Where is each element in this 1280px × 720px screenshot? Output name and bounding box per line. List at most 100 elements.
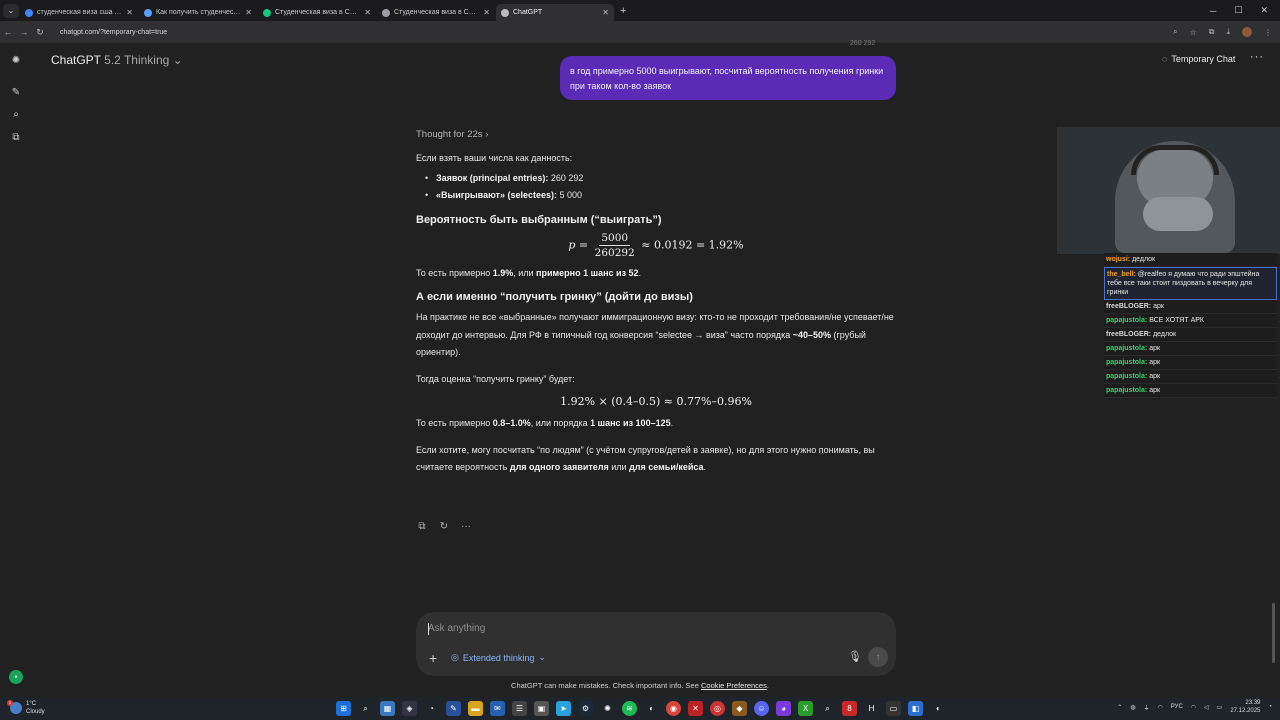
profile-avatar[interactable] bbox=[1242, 27, 1252, 37]
app-icon[interactable]: ☰ bbox=[512, 701, 527, 716]
chat-message: freeBLOGER: арк bbox=[1104, 300, 1277, 314]
task-view-icon[interactable]: ▦ bbox=[380, 701, 395, 716]
app-icon[interactable]: ◧ bbox=[908, 701, 923, 716]
weather-icon: 1 bbox=[7, 700, 22, 714]
model-selector[interactable]: ChatGPT 5.2 Thinking ⌄ bbox=[51, 53, 183, 67]
more-actions-icon[interactable]: ··· bbox=[460, 521, 472, 532]
dashed-circle-icon: ◌ bbox=[1162, 54, 1168, 64]
extended-thinking-pill[interactable]: ◎ Extended thinking ⌄ bbox=[451, 652, 546, 663]
tray-chevron-icon[interactable]: ⌃ bbox=[1117, 704, 1122, 711]
app-icon[interactable]: ◆ bbox=[732, 701, 747, 716]
app-icon[interactable]: 8 bbox=[842, 701, 857, 716]
browser-menu-icon[interactable]: ⋮ bbox=[1264, 28, 1272, 37]
bullet-label: Заявок (principal entries): bbox=[436, 172, 549, 183]
library-icon[interactable]: ⧉ bbox=[9, 130, 23, 144]
tab-favicon-icon bbox=[25, 8, 33, 17]
browser-tab[interactable]: Студенческая виза в США с ✕ bbox=[377, 4, 495, 21]
tab-close-icon[interactable]: ✕ bbox=[602, 8, 609, 17]
message-actions: ⧉ ↻ ··· bbox=[416, 521, 472, 532]
browser-tab[interactable]: ChatGPT ✕ bbox=[496, 4, 614, 21]
app-icon[interactable]: ◎ bbox=[710, 701, 725, 716]
telegram-icon[interactable]: ➤ bbox=[556, 701, 571, 716]
chat-message: papajustola: арк bbox=[1104, 370, 1277, 384]
start-icon[interactable]: ⊞ bbox=[336, 701, 351, 716]
microphone-icon[interactable]: 🎙 bbox=[848, 650, 862, 663]
language-indicator[interactable]: РУС bbox=[1171, 704, 1183, 710]
chat-nick[interactable]: papajustola bbox=[1106, 317, 1145, 324]
search-icon[interactable]: ⌕ bbox=[358, 701, 373, 716]
back-icon[interactable]: ← bbox=[0, 27, 16, 37]
tab-close-icon[interactable]: ✕ bbox=[126, 8, 133, 17]
tab-close-icon[interactable]: ✕ bbox=[483, 8, 490, 17]
file-explorer-icon[interactable]: ▬ bbox=[468, 701, 483, 716]
composer-input[interactable]: Ask anything bbox=[428, 623, 485, 634]
app-icon[interactable]: ✉ bbox=[490, 701, 505, 716]
usb-icon[interactable]: ⏚ bbox=[1144, 703, 1150, 712]
new-tab-button[interactable]: + bbox=[620, 5, 626, 17]
tab-close-icon[interactable]: ✕ bbox=[364, 8, 371, 17]
zoom-icon[interactable]: ⌕ bbox=[1173, 27, 1177, 37]
app-tray-icon[interactable]: ◍ bbox=[1130, 704, 1135, 711]
chat-nick[interactable]: papajustola bbox=[1106, 345, 1145, 352]
cookie-preferences-link[interactable]: Cookie Preferences bbox=[701, 681, 767, 690]
maximize-icon[interactable]: ☐ bbox=[1234, 5, 1242, 16]
wifi-icon[interactable]: ◠ bbox=[1191, 704, 1196, 711]
extensions-icon[interactable]: ⧉ bbox=[1209, 27, 1215, 37]
chrome-icon[interactable]: ◉ bbox=[666, 701, 681, 716]
browser-tab[interactable]: Как получить студенческую ✕ bbox=[139, 4, 257, 21]
battery-icon[interactable]: ▭ bbox=[1217, 704, 1223, 711]
notifications-icon[interactable]: ◔ bbox=[1268, 704, 1272, 710]
chatgpt-icon[interactable]: ✺ bbox=[600, 701, 615, 716]
scrollbar[interactable] bbox=[1272, 603, 1275, 663]
reload-icon[interactable]: ↻ bbox=[32, 27, 48, 38]
new-chat-icon[interactable]: ✎ bbox=[9, 85, 23, 99]
chat-nick[interactable]: freeBLOGER bbox=[1106, 331, 1149, 338]
browser-tab[interactable]: Студенческая виза в США - ✕ bbox=[258, 4, 376, 21]
add-attachment-icon[interactable]: + bbox=[429, 650, 437, 666]
downloads-icon[interactable]: ⤓ bbox=[1226, 27, 1230, 37]
app-icon[interactable]: ◐ bbox=[644, 701, 659, 716]
excel-icon[interactable]: X bbox=[798, 701, 813, 716]
discord-icon[interactable]: ☺ bbox=[754, 701, 769, 716]
tab-search-button[interactable]: ⌄ bbox=[3, 3, 19, 18]
app-icon[interactable]: ✎ bbox=[446, 701, 461, 716]
terminal-icon[interactable]: ▭ bbox=[886, 701, 901, 716]
bookmark-star-icon[interactable]: ☆ bbox=[1190, 28, 1197, 37]
temporary-chat-toggle[interactable]: ◌ Temporary Chat bbox=[1162, 54, 1235, 64]
url-field[interactable]: chatgpt.com/?temporary-chat=true bbox=[60, 29, 167, 36]
app-icon[interactable]: ▣ bbox=[534, 701, 549, 716]
message-composer[interactable]: Ask anything + ◎ Extended thinking ⌄ 🎙 ↑ bbox=[416, 612, 896, 676]
chat-nick[interactable]: papajustola bbox=[1106, 359, 1145, 366]
chat-nick[interactable]: the_bell bbox=[1107, 271, 1133, 278]
app-icon[interactable]: ◈ bbox=[402, 701, 417, 716]
thought-toggle[interactable]: Thought for 22s › bbox=[416, 129, 896, 140]
openai-logo-icon[interactable]: ✺ bbox=[9, 53, 23, 67]
chat-nick[interactable]: wojusi bbox=[1106, 256, 1128, 263]
chat-nick[interactable]: freeBLOGER bbox=[1106, 303, 1149, 310]
app-icon[interactable]: ✕ bbox=[688, 701, 703, 716]
search-chats-icon[interactable]: ⌕ bbox=[9, 107, 23, 121]
spotify-icon[interactable]: ≋ bbox=[622, 701, 637, 716]
more-options-icon[interactable]: ··· bbox=[1250, 51, 1264, 63]
clock[interactable]: 23:39 27.12.2025 bbox=[1230, 699, 1260, 715]
app-icon[interactable]: ◖ bbox=[930, 701, 945, 716]
send-button[interactable]: ↑ bbox=[868, 647, 888, 667]
volume-icon[interactable]: ◁ bbox=[1204, 704, 1209, 711]
close-window-icon[interactable]: ✕ bbox=[1260, 5, 1268, 16]
regenerate-icon[interactable]: ↻ bbox=[438, 521, 450, 532]
network-icon[interactable]: ◠ bbox=[1158, 704, 1163, 711]
copy-icon[interactable]: ⧉ bbox=[416, 521, 428, 532]
weather-widget[interactable]: 1 1°C Cloudy bbox=[7, 700, 45, 716]
app-icon[interactable]: ⌕ bbox=[820, 701, 835, 716]
steam-icon[interactable]: ⚙ bbox=[578, 701, 593, 716]
minimize-icon[interactable]: ─ bbox=[1210, 6, 1216, 16]
app-icon[interactable]: ◕ bbox=[776, 701, 791, 716]
sidebar-rail: ✺ ✎ ⌕ ⧉ ● bbox=[0, 43, 32, 697]
browser-tab[interactable]: студенческая виза сша учить ✕ bbox=[20, 4, 138, 21]
app-icon[interactable]: H bbox=[864, 701, 879, 716]
forward-icon[interactable]: → bbox=[16, 27, 32, 37]
chat-nick[interactable]: papajustola bbox=[1106, 387, 1145, 394]
app-icon[interactable]: ◔ bbox=[424, 701, 439, 716]
chat-nick[interactable]: papajustola bbox=[1106, 373, 1145, 380]
tab-close-icon[interactable]: ✕ bbox=[245, 8, 252, 17]
